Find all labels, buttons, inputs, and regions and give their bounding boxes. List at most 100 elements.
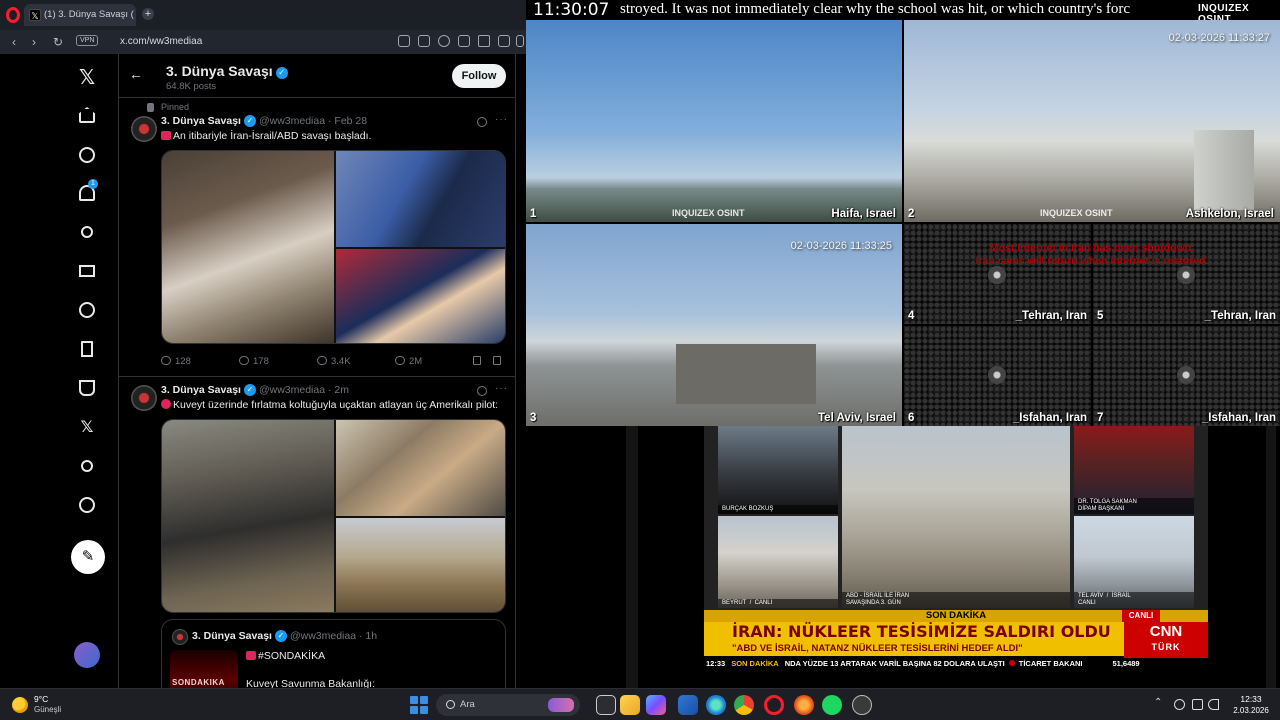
back-icon[interactable]: ‹ [6, 34, 22, 50]
tweet-media-grid[interactable] [161, 419, 506, 613]
camera-icon[interactable] [418, 35, 430, 47]
like-button[interactable]: 3.4K [317, 356, 351, 367]
shield-icon[interactable] [458, 35, 470, 47]
taskbar-search[interactable]: Ara [436, 694, 580, 716]
cam-feed-ashkelon[interactable]: 02-03-2026 11:33:27 2 INQUIZEX OSINT Ash… [904, 20, 1280, 222]
shutdown-line-2: Iran cams will return when internet is r… [975, 255, 1209, 267]
weather-temperature[interactable]: 9°C [34, 694, 48, 704]
reload-icon[interactable]: ↻ [50, 34, 66, 50]
outlook-icon[interactable] [678, 695, 698, 715]
cam-feed-isfahan-2[interactable]: 7 _Isfahan, Iran [1093, 326, 1280, 426]
spotify-icon[interactable] [822, 695, 842, 715]
logo-bottom: TÜRK [1151, 642, 1181, 652]
follow-people-icon[interactable] [74, 219, 100, 245]
microphone-icon[interactable] [1174, 699, 1185, 710]
tray-overflow-icon[interactable]: ⌃ [1154, 697, 1162, 708]
url-field[interactable]: x.com/ww3mediaa [100, 33, 390, 51]
tweet-pinned[interactable]: Pinned 3. Dünya Savaşı ✓ @ww3mediaa · Feb … [119, 98, 515, 377]
notifications-icon[interactable]: 1 [74, 179, 100, 206]
compose-post-button[interactable]: ✎ [71, 540, 105, 574]
x-logo-icon[interactable]: 𝕏 [74, 64, 100, 90]
firefox-icon[interactable] [794, 695, 814, 715]
bookmarks-icon[interactable] [74, 336, 100, 362]
panel-telaviv: TEL AVİV / İSRAİL CANLI [1074, 516, 1194, 608]
share-icon[interactable] [493, 356, 505, 367]
home-icon[interactable] [74, 102, 100, 128]
edge-icon[interactable] [706, 695, 726, 715]
tweet-author[interactable]: 3. Dünya Savaşı ✓ @ww3mediaa · Feb 28 [161, 115, 367, 127]
download-circle-icon[interactable] [438, 35, 450, 47]
account-avatar[interactable] [74, 642, 100, 668]
copilot-icon[interactable] [646, 695, 666, 715]
grok-explain-icon[interactable] [477, 386, 487, 396]
quoted-tweet[interactable]: 3. Dünya Savaşı ✓ @ww3mediaa · 1h SONDAKIK… [161, 619, 506, 688]
media-pilots-photo[interactable] [162, 420, 334, 612]
windows-start-icon[interactable] [410, 696, 428, 714]
weather-condition[interactable]: Güneşli [34, 705, 61, 714]
tweet-latest[interactable]: 3. Dünya Savaşı ✓ @ww3mediaa · 2m ··· Kuve… [119, 377, 515, 688]
media-khamenei-photo[interactable] [162, 151, 334, 343]
cam-3-building [676, 344, 816, 404]
edit-icon[interactable] [398, 35, 410, 47]
follow-button[interactable]: Follow [452, 64, 506, 88]
media-trump-photo[interactable] [336, 249, 505, 343]
profile-icon[interactable] [74, 453, 100, 479]
media-netanyahu-photo[interactable] [336, 151, 505, 247]
more-options-icon[interactable]: ··· [495, 383, 508, 394]
media-pilot-portrait[interactable] [336, 420, 505, 516]
tweet-author[interactable]: 3. Dünya Savaşı ✓ @ww3mediaa · 2m [161, 384, 349, 396]
tweet-media-grid[interactable] [161, 150, 506, 344]
reply-button[interactable]: 128 [161, 356, 191, 367]
more-options-icon[interactable]: ··· [495, 114, 508, 125]
quote-hashtag-text[interactable]: #SONDAKİKA [258, 650, 325, 662]
views-button[interactable]: 2M [395, 356, 422, 367]
opera-taskbar-icon[interactable] [764, 695, 784, 715]
reply-count: 128 [175, 356, 191, 367]
back-arrow-icon[interactable]: ← [129, 66, 143, 82]
author-avatar[interactable] [131, 116, 157, 142]
chrome-icon[interactable] [734, 695, 754, 715]
cnn-turk-stream[interactable]: BURÇAK BOZKUŞ BEYRUT / CANLI ABD - İSRAİ… [526, 426, 1280, 688]
author-avatar[interactable] [131, 385, 157, 411]
cam-location-label: Haifa, Israel [831, 208, 896, 220]
more-icon[interactable] [74, 492, 100, 518]
vpn-badge[interactable]: VPN [76, 35, 99, 46]
grok-explain-icon[interactable] [477, 117, 487, 127]
video-scrollbar-right[interactable] [1266, 426, 1276, 688]
network-icon[interactable] [1192, 699, 1203, 710]
media-soldier-photo[interactable] [336, 518, 505, 612]
anchor-name-caption: BURÇAK BOZKUŞ [718, 505, 838, 514]
search-highlight-art [548, 698, 574, 712]
verified-badge-icon: ✓ [274, 630, 287, 642]
cam-feed-telaviv[interactable]: 02-03-2026 11:33:25 3 Tel Aviv, Israel [526, 224, 902, 426]
siren-emoji-icon [246, 651, 256, 660]
jobs-icon[interactable] [74, 375, 100, 401]
opera-logo-icon[interactable] [6, 7, 20, 23]
author-handle: @ww3mediaa · 2m [258, 384, 349, 396]
repost-button[interactable]: 178 [239, 356, 269, 367]
bookmark-icon[interactable] [473, 356, 485, 367]
messages-icon[interactable] [74, 258, 100, 284]
clock-date[interactable]: 2.03.2026 [1228, 706, 1274, 715]
clock-time[interactable]: 12:33 [1228, 694, 1274, 704]
explore-icon[interactable] [74, 142, 100, 168]
steam-icon[interactable] [852, 695, 872, 715]
download-icon[interactable] [498, 35, 510, 47]
new-tab-button[interactable]: + [142, 8, 154, 20]
file-explorer-icon[interactable] [620, 695, 640, 715]
play-icon[interactable] [478, 35, 490, 47]
cam-feed-isfahan-1[interactable]: 6 _Isfahan, Iran [904, 326, 1091, 426]
quote-thumbnail: SONDAKIKA [170, 650, 238, 688]
cam-feed-haifa[interactable]: 1 INQUIZEX OSINT Haifa, Israel [526, 20, 902, 222]
forward-icon[interactable]: › [26, 34, 42, 50]
weather-sun-icon[interactable] [12, 697, 28, 713]
sidebar-toggle-icon[interactable] [516, 35, 524, 47]
brand-watermark: INQUIZEX OSINT [1198, 3, 1250, 20]
premium-x-icon[interactable]: 𝕏 [74, 414, 100, 440]
grok-icon[interactable] [74, 297, 100, 323]
volume-icon[interactable] [1208, 699, 1219, 710]
x-favicon-icon: 𝕏 [29, 9, 41, 21]
video-scrollbar-left [626, 426, 638, 688]
task-view-icon[interactable] [596, 695, 616, 715]
tab-x-profile[interactable]: 𝕏 (1) 3. Dünya Savaşı (@ww [24, 4, 136, 26]
